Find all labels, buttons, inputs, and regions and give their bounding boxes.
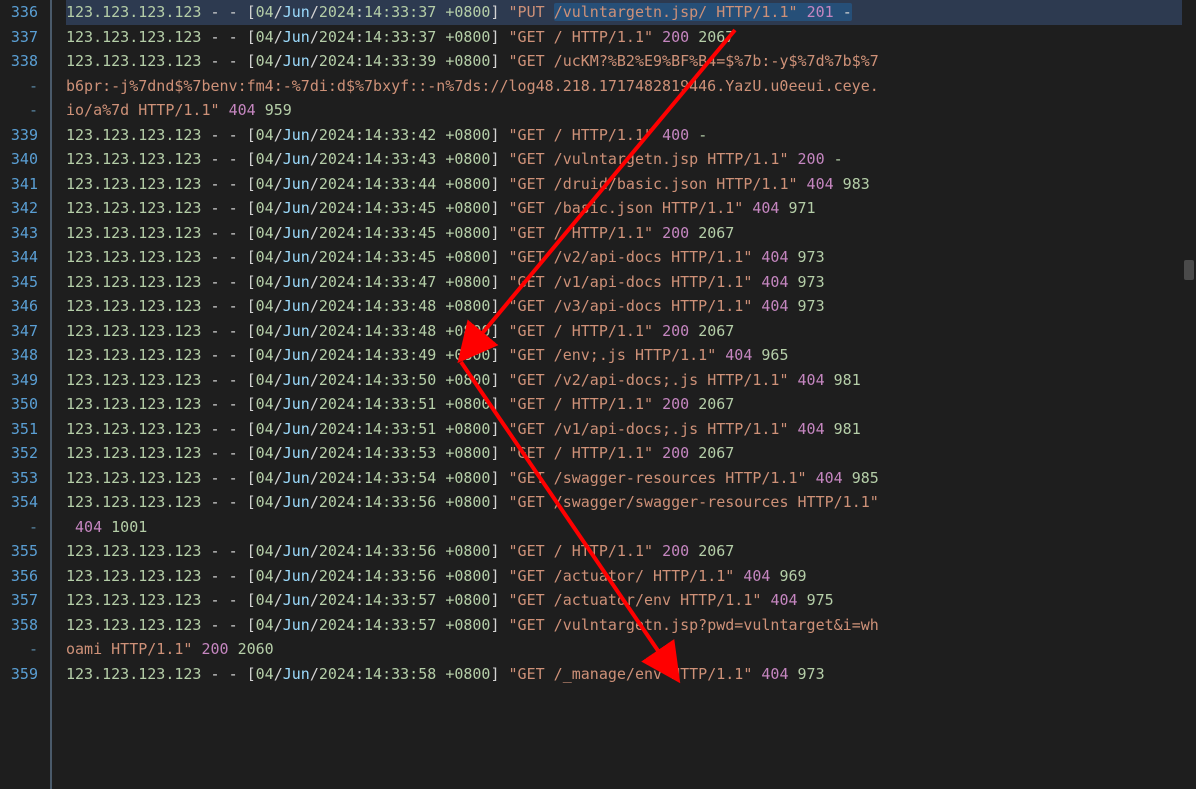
line-number: - [0,515,38,540]
line-number: - [0,637,38,662]
editor-content[interactable]: 123.123.123.123 - - [04/Jun/2024:14:33:3… [66,0,1196,789]
log-line[interactable]: 123.123.123.123 - - [04/Jun/2024:14:33:4… [66,270,1196,295]
line-number: 346 [0,294,38,319]
log-line[interactable]: 123.123.123.123 - - [04/Jun/2024:14:33:5… [66,466,1196,491]
log-line[interactable]: 123.123.123.123 - - [04/Jun/2024:14:33:5… [66,441,1196,466]
line-number: 347 [0,319,38,344]
log-line[interactable]: 123.123.123.123 - - [04/Jun/2024:14:33:3… [66,25,1196,50]
line-number: 339 [0,123,38,148]
line-number: 341 [0,172,38,197]
gutter-separator [50,0,52,789]
line-number: 359 [0,662,38,687]
vertical-scrollbar[interactable] [1182,0,1196,789]
line-number: 337 [0,25,38,50]
line-number: 351 [0,417,38,442]
log-line[interactable]: 123.123.123.123 - - [04/Jun/2024:14:33:4… [66,147,1196,172]
log-line[interactable]: b6pr:-j%7dnd$%7benv:fm4:-%7di:d$%7bxyf::… [66,74,1196,99]
line-number: - [0,98,38,123]
scrollbar-thumb[interactable] [1184,260,1194,280]
log-line[interactable]: 404 1001 [66,515,1196,540]
line-number: 344 [0,245,38,270]
line-number: 336 [0,0,38,25]
line-number: 350 [0,392,38,417]
line-number: 338 [0,49,38,74]
line-number: 348 [0,343,38,368]
line-number: 353 [0,466,38,491]
log-line[interactable]: io/a%7d HTTP/1.1" 404 959 [66,98,1196,123]
line-number: 349 [0,368,38,393]
log-line[interactable]: 123.123.123.123 - - [04/Jun/2024:14:33:4… [66,319,1196,344]
line-number: 356 [0,564,38,589]
line-number: 357 [0,588,38,613]
log-line[interactable]: 123.123.123.123 - - [04/Jun/2024:14:33:5… [66,417,1196,442]
log-line[interactable]: 123.123.123.123 - - [04/Jun/2024:14:33:5… [66,490,1196,515]
line-number: 340 [0,147,38,172]
log-line[interactable]: 123.123.123.123 - - [04/Jun/2024:14:33:4… [66,294,1196,319]
log-line[interactable]: 123.123.123.123 - - [04/Jun/2024:14:33:4… [66,123,1196,148]
log-line[interactable]: 123.123.123.123 - - [04/Jun/2024:14:33:4… [66,196,1196,221]
log-line[interactable]: 123.123.123.123 - - [04/Jun/2024:14:33:4… [66,245,1196,270]
log-line[interactable]: 123.123.123.123 - - [04/Jun/2024:14:33:5… [66,539,1196,564]
code-editor: 336337338--33934034134234334434534634734… [0,0,1196,789]
line-number: - [0,74,38,99]
log-line[interactable]: 123.123.123.123 - - [04/Jun/2024:14:33:5… [66,613,1196,638]
log-line[interactable]: 123.123.123.123 - - [04/Jun/2024:14:33:3… [66,49,1196,74]
line-number: 342 [0,196,38,221]
log-line[interactable]: 123.123.123.123 - - [04/Jun/2024:14:33:4… [66,343,1196,368]
log-line[interactable]: 123.123.123.123 - - [04/Jun/2024:14:33:3… [66,0,1196,25]
line-number: 343 [0,221,38,246]
log-line[interactable]: 123.123.123.123 - - [04/Jun/2024:14:33:5… [66,662,1196,687]
log-line[interactable]: oami HTTP/1.1" 200 2060 [66,637,1196,662]
log-line[interactable]: 123.123.123.123 - - [04/Jun/2024:14:33:5… [66,368,1196,393]
line-number: 352 [0,441,38,466]
line-number: 358 [0,613,38,638]
log-line[interactable]: 123.123.123.123 - - [04/Jun/2024:14:33:4… [66,221,1196,246]
line-number: 345 [0,270,38,295]
line-number: 354 [0,490,38,515]
log-line[interactable]: 123.123.123.123 - - [04/Jun/2024:14:33:5… [66,588,1196,613]
log-line[interactable]: 123.123.123.123 - - [04/Jun/2024:14:33:5… [66,564,1196,589]
line-number-gutter: 336337338--33934034134234334434534634734… [0,0,50,789]
log-line[interactable]: 123.123.123.123 - - [04/Jun/2024:14:33:4… [66,172,1196,197]
log-line[interactable]: 123.123.123.123 - - [04/Jun/2024:14:33:5… [66,392,1196,417]
line-number: 355 [0,539,38,564]
